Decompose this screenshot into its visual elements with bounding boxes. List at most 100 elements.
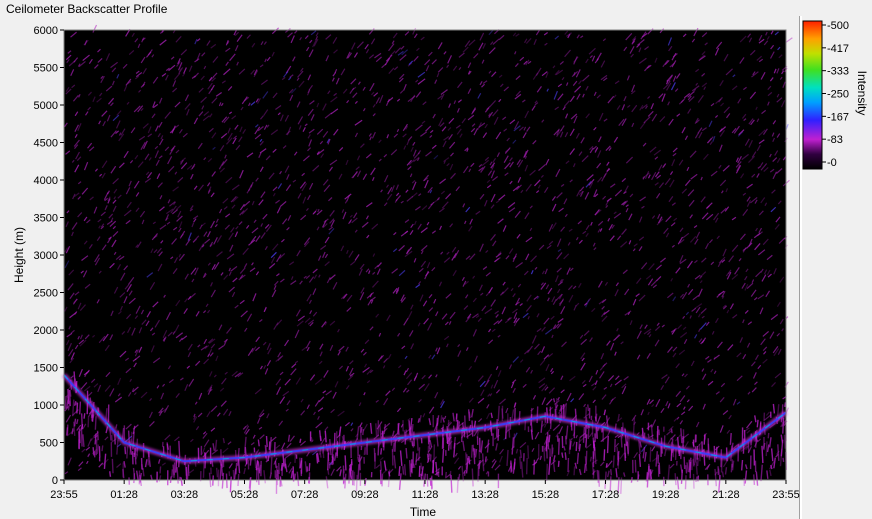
aerosol-streak (274, 460, 277, 469)
y-tick-label: 6000 (34, 25, 58, 37)
aerosol-streak (740, 459, 744, 471)
aerosol-streak (357, 464, 360, 480)
aerosol-streak (324, 430, 327, 443)
aerosol-streak (420, 462, 423, 470)
colorbar (802, 20, 823, 170)
aerosol-streak (178, 440, 181, 458)
aerosol-streak (683, 456, 686, 470)
y-tick-label: 1500 (34, 363, 58, 375)
aerosol-streak (92, 447, 95, 456)
aerosol-streak (373, 448, 376, 462)
aerosol-streak (777, 444, 780, 461)
y-tick-label: 4500 (34, 138, 58, 150)
aerosol-streak (724, 467, 728, 475)
aerosol-streak (265, 435, 268, 447)
aerosol-streak (584, 407, 588, 422)
aerosol-streak (299, 438, 302, 443)
aerosol-streak (124, 446, 127, 455)
aerosol-streak (96, 430, 99, 441)
y-tick-label: 5000 (34, 100, 58, 112)
aerosol-streak (110, 434, 113, 441)
aerosol-streak (411, 440, 414, 447)
colorbar-tick-label: -167 (827, 111, 849, 123)
aerosol-streak (64, 395, 67, 409)
aerosol-streak (409, 460, 412, 477)
aerosol-streak (696, 457, 699, 467)
y-tick-label: 3000 (34, 250, 58, 262)
aerosol-streak (546, 432, 550, 450)
y-axis-title: Height (m) (12, 227, 26, 283)
aerosol-streak (583, 463, 587, 473)
aerosol-streak (405, 448, 408, 459)
aerosol-streak (377, 441, 380, 456)
aerosol-streak (612, 455, 615, 468)
aerosol-streak (597, 470, 600, 487)
aerosol-streak (468, 456, 471, 465)
aerosol-streak (359, 425, 362, 443)
y-tick-label: 500 (40, 438, 58, 450)
aerosol-streak (674, 473, 677, 486)
aerosol-streak (765, 441, 768, 457)
aerosol-streak (126, 446, 129, 459)
aerosol-streak (441, 448, 445, 463)
aerosol-streak (627, 437, 630, 456)
x-tick-label: 15:28 (532, 489, 560, 501)
aerosol-streak (444, 471, 447, 479)
aerosol-streak (470, 444, 474, 458)
aerosol-streak (680, 469, 684, 484)
x-tick-label: 17:28 (592, 489, 620, 501)
aerosol-streak (466, 454, 469, 461)
aerosol-streak (582, 427, 586, 443)
aerosol-streak (784, 402, 787, 407)
aerosol-streak (594, 416, 598, 422)
noise-streak (785, 37, 793, 44)
colorbar-label: Intensity (855, 71, 869, 116)
x-tick-label: 21:28 (712, 489, 740, 501)
aerosol-streak (497, 405, 500, 421)
aerosol-streak (115, 424, 118, 429)
aerosol-streak (610, 469, 613, 476)
aerosol-streak (398, 466, 401, 476)
aerosol-streak (519, 449, 522, 458)
aerosol-streak (202, 460, 205, 478)
y-axis-ticks: 0 500 1000 1500 2000 2500 3000 3500 4000 4500 5000… (34, 25, 64, 487)
colorbar-tick-label: -333 (827, 66, 849, 78)
x-tick-label: 13:28 (471, 489, 499, 501)
aerosol-streak (561, 452, 564, 458)
aerosol-streak (83, 413, 86, 419)
aerosol-streak (638, 454, 642, 468)
aerosol-streak (166, 443, 169, 450)
aerosol-streak (232, 469, 235, 480)
aerosol-streak (587, 404, 590, 412)
aerosol-streak (527, 445, 530, 459)
aerosol-streak (78, 401, 82, 415)
aerosol-streak (761, 445, 764, 464)
aerosol-streak (548, 434, 551, 443)
aerosol-streak (685, 465, 688, 474)
aerosol-streak (783, 434, 786, 449)
aerosol-streak (380, 448, 383, 455)
aerosol-streak (456, 476, 459, 493)
y-tick-label: 2500 (34, 288, 58, 300)
aerosol-streak (348, 468, 351, 484)
aerosol-streak (624, 443, 626, 461)
aerosol-streak (782, 457, 785, 463)
aerosol-streak (501, 408, 504, 419)
aerosol-streak (536, 406, 539, 424)
aerosol-streak (109, 471, 112, 477)
aerosol-streak (375, 423, 378, 437)
aerosol-streak (308, 463, 311, 472)
aerosol-streak (703, 434, 706, 445)
aerosol-streak (519, 456, 522, 470)
x-tick-label: 23:55 (50, 489, 78, 501)
aerosol-streak (440, 415, 443, 423)
aerosol-streak (73, 418, 77, 427)
aerosol-streak (327, 452, 330, 462)
aerosol-streak (545, 463, 549, 482)
aerosol-streak (615, 468, 618, 478)
aerosol-streak (557, 438, 560, 455)
aerosol-streak (235, 462, 238, 475)
aerosol-streak (111, 458, 114, 474)
aerosol-streak (670, 428, 673, 434)
aerosol-streak (589, 456, 593, 462)
